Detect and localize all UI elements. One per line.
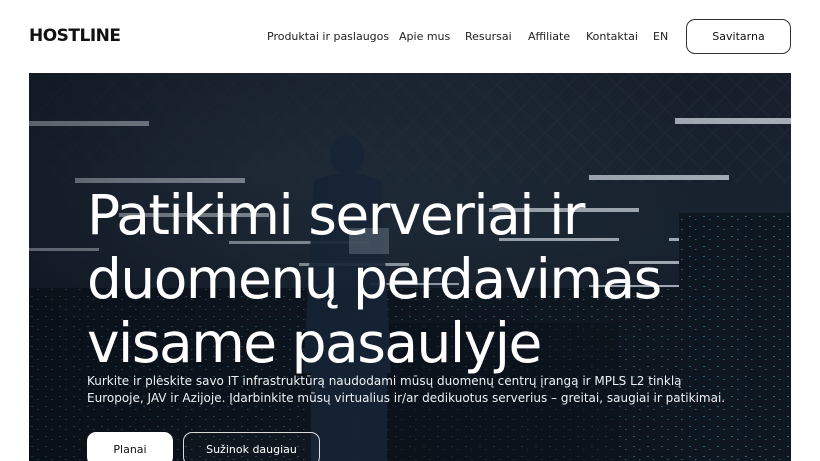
hero-title-line: visame pasaulyje	[87, 311, 542, 375]
hero-description-line: Kurkite ir plėskite savo IT infrastruktū…	[87, 374, 682, 388]
self-service-button[interactable]: Savitarna	[686, 19, 791, 54]
nav-item-contacts[interactable]: Kontaktai	[586, 30, 638, 43]
hero-description: Kurkite ir plėskite savo IT infrastruktū…	[87, 373, 727, 407]
language-switch[interactable]: EN	[653, 30, 668, 43]
nav-item-products[interactable]: Produktai ir paslaugos	[267, 30, 389, 43]
hero-title-line: duomenų perdavimas	[87, 247, 662, 311]
hero-section: Patikimi serveriai ir duomenų perdavimas…	[29, 73, 791, 461]
hero-description-line: Europoje, JAV ir Azijoje. Įdarbinkite mū…	[87, 391, 726, 405]
hero-title-line: Patikimi serveriai ir	[87, 183, 585, 247]
nav-item-about[interactable]: Apie mus	[399, 30, 450, 43]
learn-more-button[interactable]: Sužinok daugiau	[183, 432, 320, 461]
nav-item-resources[interactable]: Resursai	[465, 30, 512, 43]
hero-title: Patikimi serveriai ir duomenų perdavimas…	[87, 183, 727, 375]
site-header: HOSTLINE Produktai ir paslaugos Apie mus…	[0, 0, 820, 72]
nav-item-affiliate[interactable]: Affiliate	[528, 30, 570, 43]
plans-button[interactable]: Planai	[87, 432, 173, 461]
